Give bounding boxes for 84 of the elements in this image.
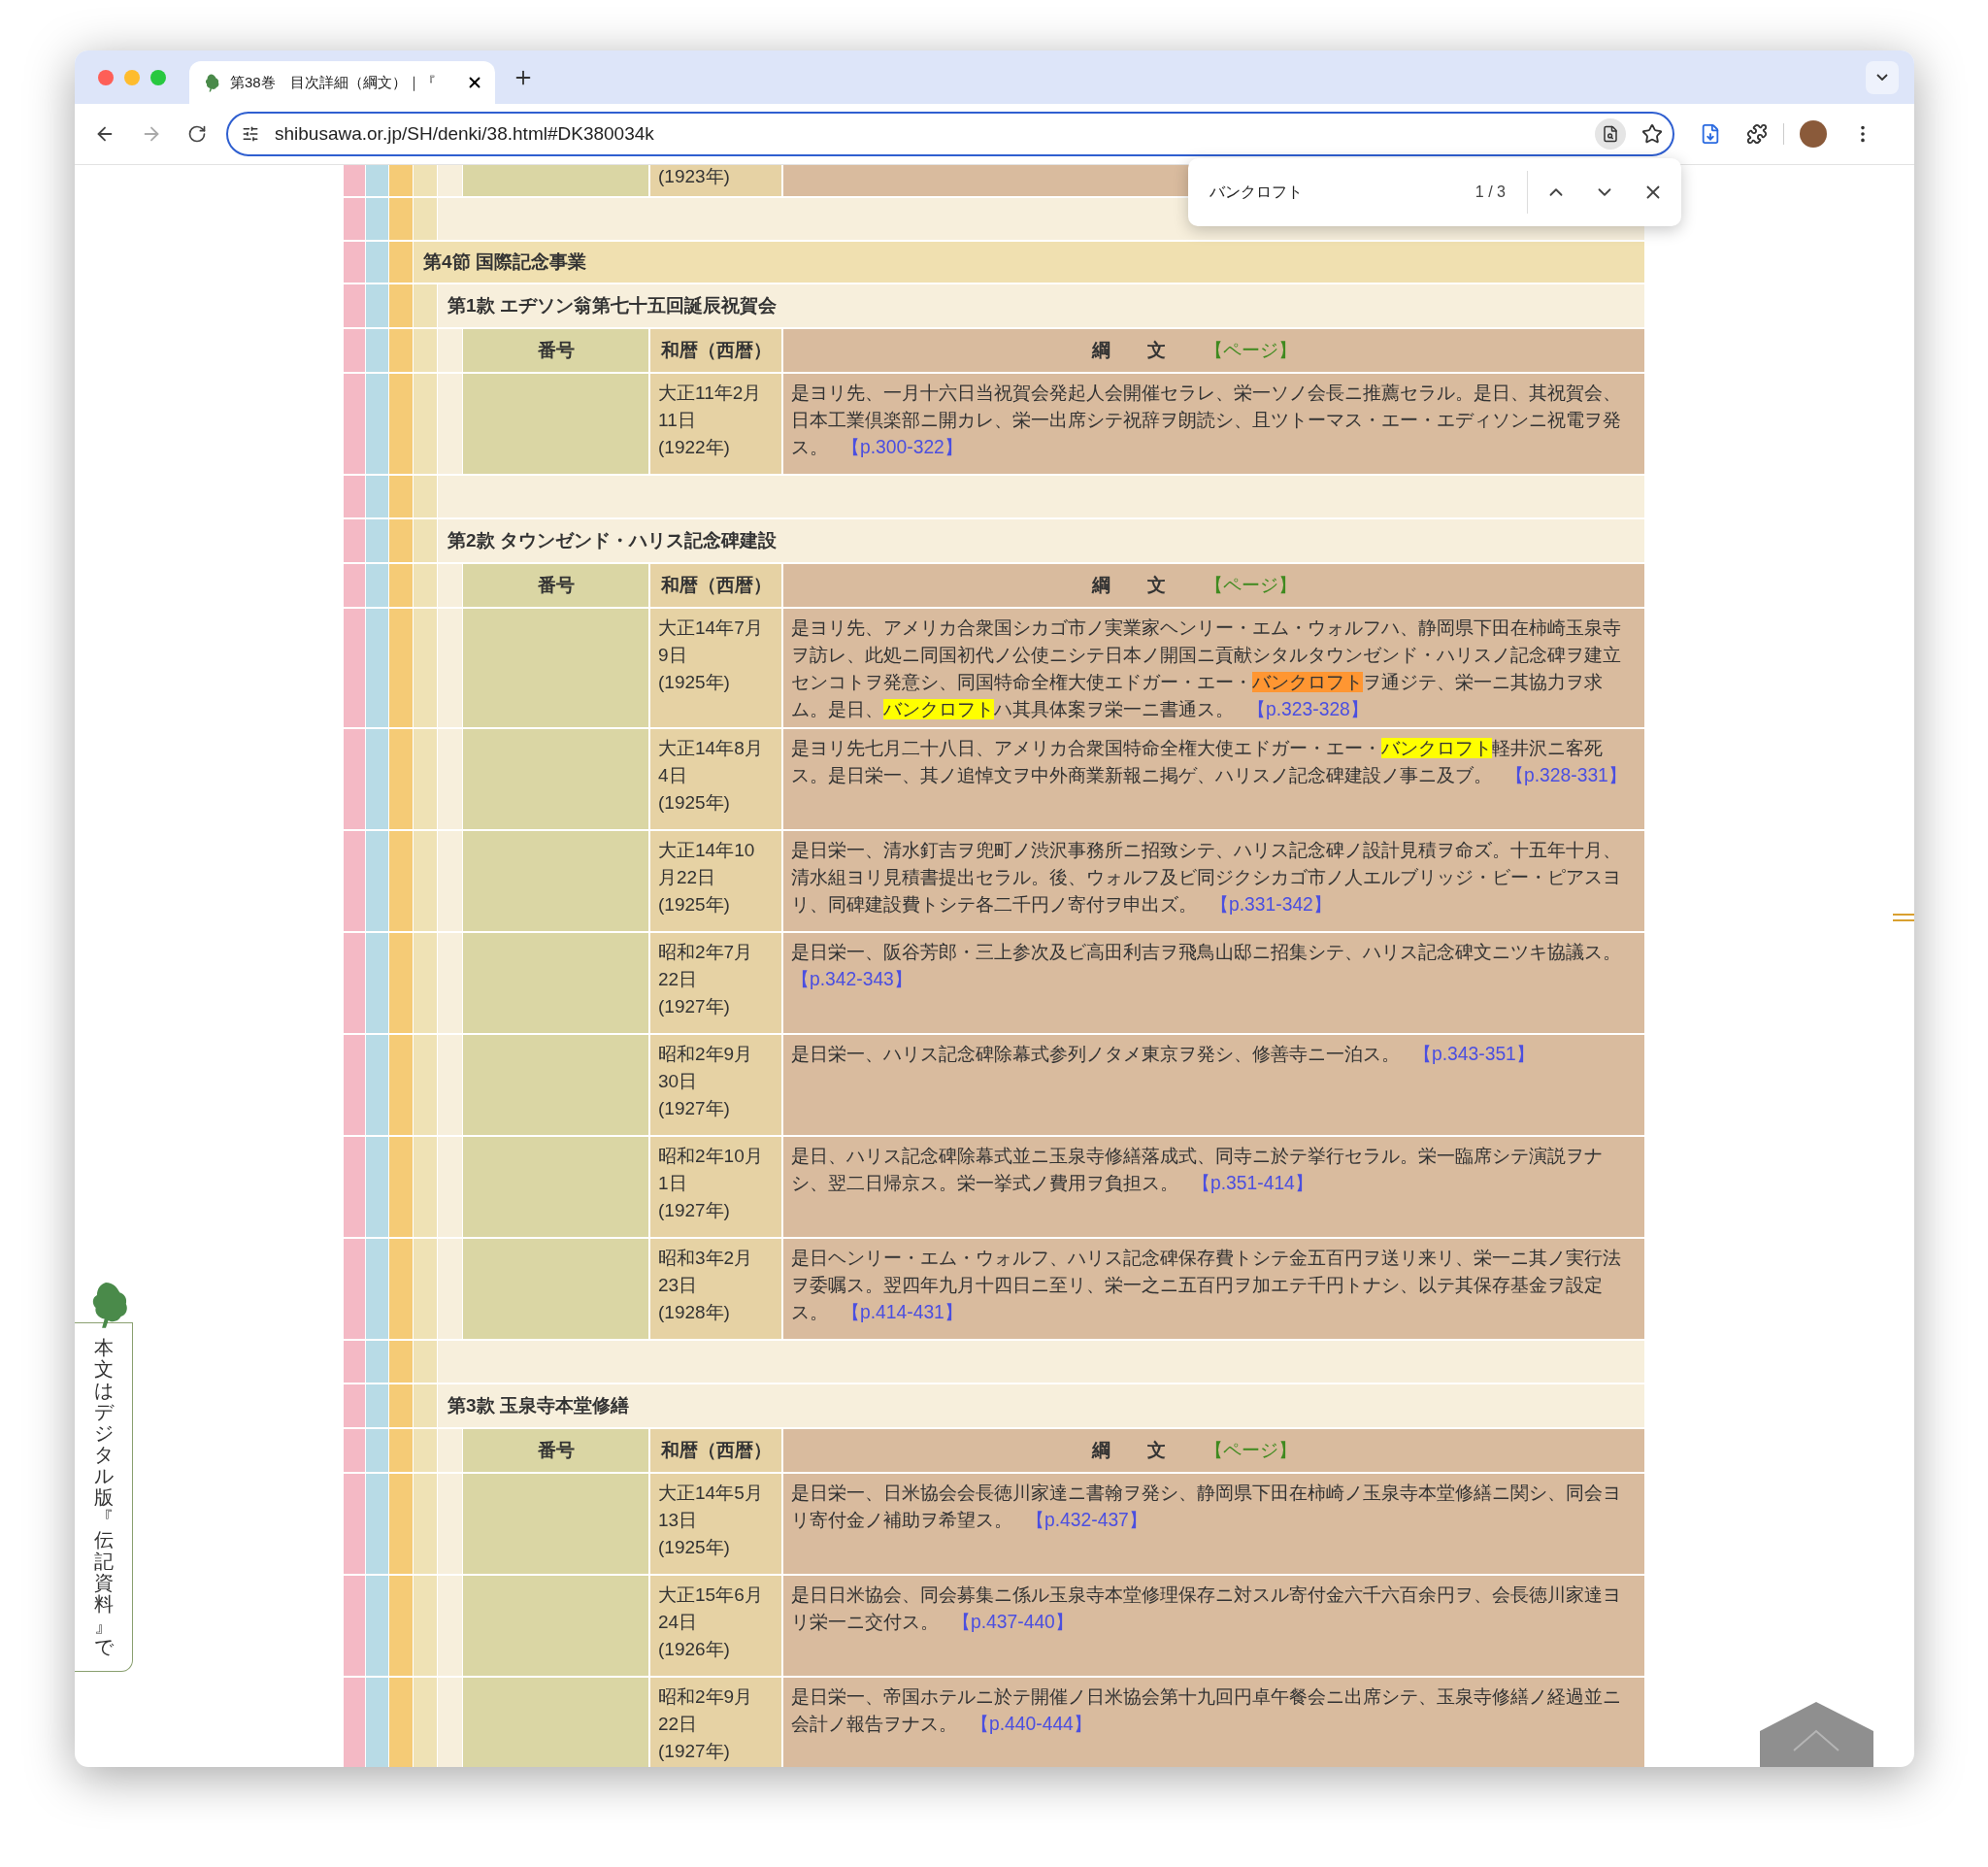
date-text: 大正14年10月22日: [658, 839, 756, 889]
tab-search-button[interactable]: [1866, 60, 1899, 94]
year-text: (1926年): [658, 1638, 730, 1661]
column-header: 番号: [537, 338, 575, 362]
column-header: 綱 文: [1092, 573, 1166, 597]
year-text: (1922年): [658, 436, 730, 459]
scroll-to-top-button[interactable]: [1760, 1702, 1873, 1767]
column-header: 和暦（西暦）: [660, 1438, 772, 1462]
column-header: 番号: [537, 1438, 575, 1462]
summary-text: 是日栄一、日米協会会長徳川家達ニ書翰ヲ発シ、静岡県下田在柿崎ノ玉泉寺本堂修繕ニ関シ、同会ヨリ寄付金ノ補助ヲ希望ス。 【p.432-437】: [791, 1482, 1622, 1532]
section-title: 第4節 国際記念事業: [423, 250, 586, 274]
extension-icon[interactable]: [1700, 123, 1721, 145]
page-link[interactable]: 【p.300-322】: [842, 437, 963, 457]
extensions-icon[interactable]: [1746, 123, 1768, 145]
column-header: 和暦（西暦）: [660, 573, 772, 597]
summary-text: 是日栄一、清水釘吉ヲ兜町ノ渋沢事務所ニ招致シテ、ハリス記念碑ノ設計見積ヲ命ズ。十五年十月、清水組ヨリ見積書提出セラル。後、ウォルフ及ビ同ジクシカゴ市ノ人エルブリッジ・ビー・ピアスヨリ、同碑建設費トシテ各二千円ノ寄付ヲ申出ズ。 【p.331-342】: [791, 839, 1622, 917]
year-text: (1927年): [658, 1097, 730, 1120]
browser-tab[interactable]: 第38巻 目次詳細（綱文）｜『: [189, 61, 495, 104]
site-settings-icon[interactable]: [242, 125, 259, 143]
page-link[interactable]: 【p.331-342】: [1210, 894, 1332, 915]
date-text: 昭和3年2月23日: [658, 1247, 754, 1297]
chevron-down-icon: [1876, 74, 1888, 81]
match-count-text: 1 / 3: [1474, 183, 1506, 202]
page-link[interactable]: 【p.440-444】: [971, 1714, 1092, 1734]
summary-text: 是日日米協会、同会募集ニ係ル玉泉寺本堂修理保存ニ対スル寄付金六千六百余円ヲ、会長徳川家達ヨリ栄一ニ交付ス。 【p.437-440】: [791, 1584, 1622, 1634]
year-text: (1927年): [658, 1740, 730, 1763]
page-link[interactable]: 【p.414-431】: [842, 1302, 963, 1322]
date-text: 昭和2年10月1日: [658, 1145, 764, 1195]
reload-icon[interactable]: [187, 124, 207, 144]
side-tab-text: 本文はデジタル版『伝記資料』で: [92, 1337, 116, 1657]
summary-text: 是日栄一、阪谷芳郎・三上参次及ビ高田利吉ヲ飛鳥山邸ニ招集シテ、ハリス記念碑文ニツキ協議ス。 【p.342-343】: [791, 941, 1622, 991]
column-header: 番号: [537, 573, 575, 597]
tab-title: 第38巻 目次詳細（綱文）｜『: [230, 72, 437, 93]
year-text: (1923年): [658, 165, 730, 188]
page-link[interactable]: 【p.351-414】: [1192, 1173, 1313, 1193]
column-header: 和暦（西暦）: [660, 338, 772, 362]
page-link[interactable]: 【p.328-331】: [1506, 765, 1627, 785]
article-title: 第2款 タウンゼンド・ハリス記念碑建設: [447, 528, 777, 552]
year-text: (1927年): [658, 1199, 730, 1222]
year-text: (1927年): [658, 995, 730, 1018]
date-text: 大正11年2月11日: [658, 382, 763, 432]
year-text: (1925年): [658, 671, 730, 694]
date-text: 大正14年8月4日: [658, 737, 764, 787]
page-link[interactable]: 【p.343-351】: [1413, 1044, 1535, 1064]
address-bar[interactable]: shibusawa.or.jp/SH/denki/38.html#DK380034k: [226, 112, 1674, 156]
menu-handle-icon[interactable]: [1893, 913, 1914, 922]
url-text: shibusawa.or.jp/SH/denki/38.html#DK380034k: [275, 121, 655, 146]
summary-text: 是ヨリ先、アメリカ合衆国シカゴ市ノ実業家ヘンリー・エム・ウォルフハ、静岡県下田在柿崎玉泉寺ヲ訪レ、此処ニ同国初代ノ公使ニシテ日本ノ開国ニ貢献シタルタウンゼンド・ハリスノ記念碑ヲ建立センコトヲ発意シ、同国特命全権大使エドガー・エー・バンクロフト ヲ通ジテ、栄一ニ其協力ヲ求ム。是日、バンクロフトハ其具体案ヲ栄一ニ書通ス。 【p.323-328】: [791, 617, 1622, 721]
page-link[interactable]: 【p.323-328】: [1247, 699, 1369, 719]
page-column-header: 【ページ】: [1205, 338, 1297, 362]
summary-text: 是ヨリ先、一月十六日当祝賀会発起人会開催セラレ、栄一ソノ会長ニ推薦セラル。是日、其祝賀会、日本工業倶楽部ニ開カレ、栄一出席シテ祝辞ヲ朗読シ、且ツトーマス・エー・エディソンニ祝電ヲ発ス。 【p.300-322】: [791, 382, 1622, 459]
bookmark-star-icon[interactable]: [1641, 123, 1663, 145]
find-in-page-button[interactable]: [1595, 118, 1626, 150]
date-text: 昭和2年7月22日: [658, 941, 754, 991]
date-text: 大正14年5月13日: [658, 1482, 764, 1532]
summary-text: 是日、ハリス記念碑除幕式並ニ玉泉寺修繕落成式、同寺ニ於テ挙行セラル。栄一臨席シテ演説ヲナシ、翌二日帰京ス。栄一挙式ノ費用ヲ負担ス。 【p.351-414】: [791, 1145, 1604, 1195]
article-title: 第1款 エヂソン翁第七十五回誕辰祝賀会: [447, 293, 777, 317]
search-match-highlight: バンクロフト: [1252, 672, 1363, 692]
page-column-header: 【ページ】: [1205, 573, 1297, 597]
summary-text: 是ヨリ先七月二十八日、アメリカ合衆国特命全権大使エドガー・エー・バンクロフト軽井沢ニ客死ス。是日栄一、其ノ追悼文ヲ中外商業新報ニ掲ゲ、ハリスノ記念碑建設ノ事ニ及ブ。 【p.328-331】: [791, 737, 1628, 787]
column-header: 綱 文: [1092, 338, 1166, 362]
search-match-highlight: バンクロフト: [883, 699, 994, 719]
side-tab[interactable]: 本文はデジタル版『伝記資料』で: [75, 1322, 133, 1672]
date-text: 昭和2年9月22日: [658, 1685, 754, 1736]
year-text: (1928年): [658, 1301, 730, 1324]
summary-text: 是日栄一、ハリス記念碑除幕式参列ノタメ東京ヲ発シ、修善寺ニ一泊ス。 【p.343-351】: [791, 1043, 1536, 1066]
find-icon: [1602, 125, 1619, 143]
column-header: 綱 文: [1092, 1438, 1166, 1462]
find-query-text[interactable]: バンクロフト: [1209, 181, 1475, 204]
date-text: 昭和2年9月30日: [658, 1043, 754, 1093]
profile-avatar[interactable]: [1800, 120, 1827, 148]
article-title: 第3款 玉泉寺本堂修繕: [447, 1393, 629, 1417]
page-link[interactable]: 【p.437-440】: [952, 1612, 1074, 1632]
year-text: (1925年): [658, 791, 730, 815]
page-column-header: 【ページ】: [1205, 1438, 1297, 1462]
date-text: 大正14年7月9日: [658, 617, 764, 667]
page-link[interactable]: 【p.342-343】: [791, 969, 912, 989]
summary-text: 是日栄一、帝国ホテルニ於テ開催ノ日米協会第十九回円卓午餐会ニ出席シテ、玉泉寺修繕ノ経過並ニ会計ノ報告ヲナス。 【p.440-444】: [791, 1685, 1622, 1736]
summary-text: 是日ヘンリー・エム・ウォルフ、ハリス記念碑保存費トシテ金五百円ヲ送リ来リ、栄一ニ其ノ実行法ヲ委嘱ス。翌四年九月十四日ニ至リ、栄一之ニ五百円ヲ加エテ千円トナシ、以テ其保存基金ヲ設定ス。 【p.414-431】: [791, 1247, 1622, 1324]
year-text: (1925年): [658, 1536, 730, 1559]
date-text: 大正15年6月24日: [658, 1584, 764, 1634]
page-link[interactable]: 【p.432-437】: [1026, 1510, 1147, 1530]
search-match-highlight: バンクロフト: [1381, 738, 1492, 758]
year-text: (1925年): [658, 893, 730, 917]
